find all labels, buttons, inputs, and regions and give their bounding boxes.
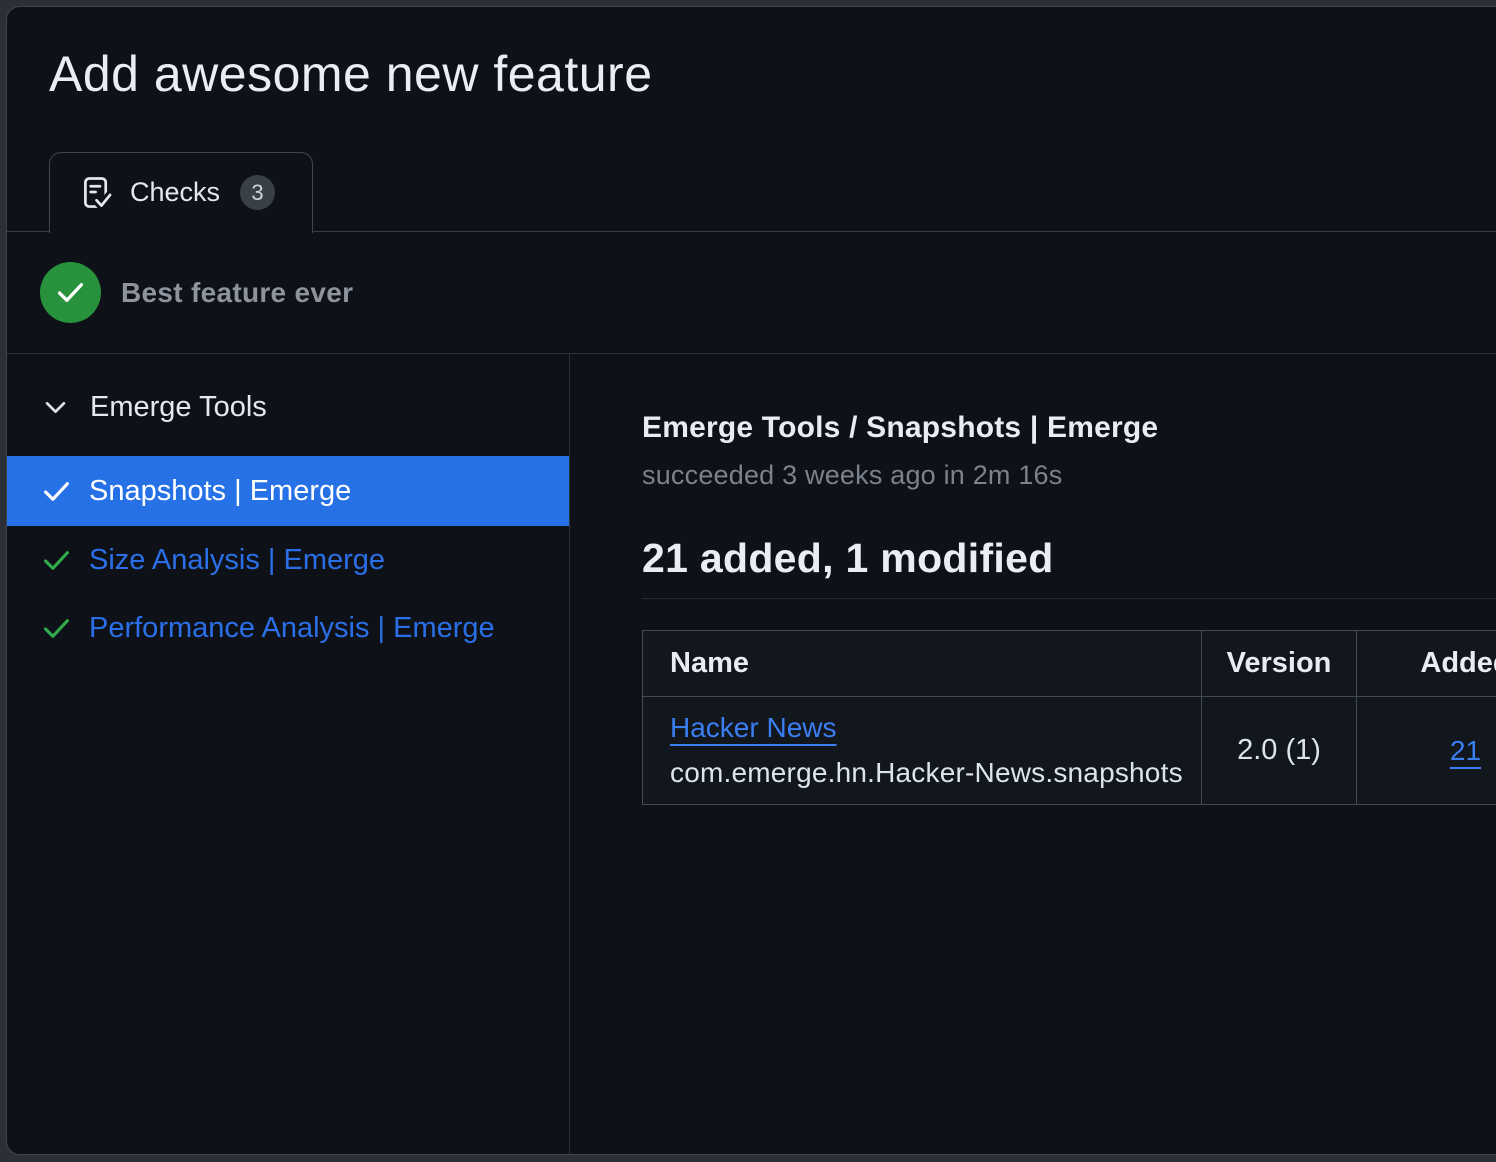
snapshots-results-table: Name Version Added Hacker News com.emerg… bbox=[642, 630, 1496, 805]
added-cell: 21 bbox=[1357, 697, 1496, 805]
tab-bar: Checks 3 bbox=[7, 152, 1496, 232]
table-row: Hacker News com.emerge.hn.Hacker-News.sn… bbox=[643, 697, 1496, 805]
column-header-added: Added bbox=[1357, 631, 1496, 697]
tab-checks-label: Checks bbox=[130, 177, 220, 208]
checks-sidebar: Emerge Tools Snapshots | Emerge bbox=[7, 354, 570, 1154]
check-breadcrumb: Emerge Tools / Snapshots | Emerge bbox=[642, 411, 1496, 445]
sidebar-item-snapshots[interactable]: Snapshots | Emerge bbox=[7, 456, 569, 526]
success-check-icon bbox=[40, 262, 101, 323]
summary-divider bbox=[642, 598, 1496, 599]
check-icon bbox=[43, 550, 70, 571]
page-title: Add awesome new feature bbox=[49, 47, 1496, 102]
check-run-title: Best feature ever bbox=[121, 277, 353, 309]
sidebar-item-label: Snapshots | Emerge bbox=[89, 475, 351, 508]
column-header-version: Version bbox=[1202, 631, 1357, 697]
chevron-down-icon bbox=[45, 401, 66, 414]
run-status-line: succeeded 3 weeks ago in 2m 16s bbox=[642, 460, 1496, 491]
sidebar-item-performance-analysis[interactable]: Performance Analysis | Emerge bbox=[7, 594, 569, 662]
sidebar-item-label: Size Analysis | Emerge bbox=[89, 544, 385, 577]
table-header-row: Name Version Added bbox=[643, 631, 1496, 697]
bundle-id: com.emerge.hn.Hacker-News.snapshots bbox=[670, 757, 1201, 789]
check-run-header: Best feature ever bbox=[7, 232, 1496, 354]
sidebar-check-list: Snapshots | Emerge Size Analysis | Emerg… bbox=[7, 456, 569, 662]
tab-checks-count-badge: 3 bbox=[240, 175, 275, 210]
app-name-link[interactable]: Hacker News bbox=[670, 712, 836, 744]
app-name-cell: Hacker News com.emerge.hn.Hacker-News.sn… bbox=[643, 697, 1202, 805]
sidebar-group-label: Emerge Tools bbox=[90, 391, 267, 424]
checks-body: Emerge Tools Snapshots | Emerge bbox=[7, 354, 1496, 1154]
check-detail-panel: Emerge Tools / Snapshots | Emerge succee… bbox=[570, 354, 1496, 1154]
tab-checks[interactable]: Checks 3 bbox=[49, 152, 313, 233]
column-header-name: Name bbox=[643, 631, 1202, 697]
checks-page-card: Add awesome new feature Checks 3 Best fe… bbox=[6, 6, 1496, 1155]
sidebar-item-size-analysis[interactable]: Size Analysis | Emerge bbox=[7, 526, 569, 594]
check-icon bbox=[43, 618, 70, 639]
version-cell: 2.0 (1) bbox=[1202, 697, 1357, 805]
sidebar-group-emerge-tools[interactable]: Emerge Tools bbox=[7, 381, 569, 433]
sidebar-item-label: Performance Analysis | Emerge bbox=[89, 612, 495, 645]
added-count-link[interactable]: 21 bbox=[1450, 735, 1481, 767]
check-icon bbox=[43, 481, 70, 502]
diff-summary: 21 added, 1 modified bbox=[642, 535, 1496, 582]
checklist-icon bbox=[82, 175, 113, 211]
